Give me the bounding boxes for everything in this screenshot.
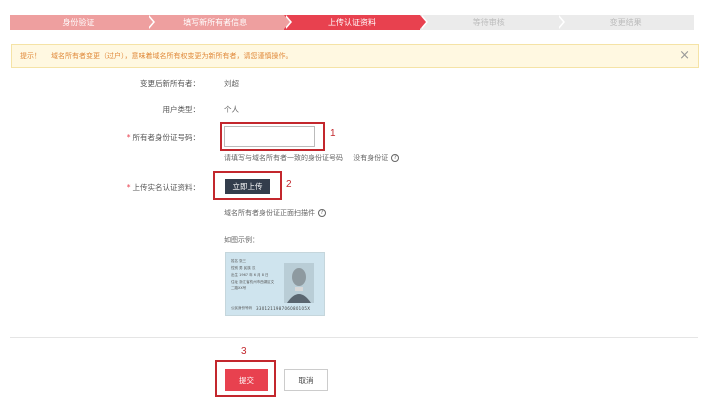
id-hint-text: 请填写与域名所有者一致的身份证号码 [224, 154, 343, 162]
portrait-photo [284, 263, 314, 303]
new-owner-label: 变更后新所有者： [140, 79, 200, 88]
user-type-label: 用户类型： [162, 105, 201, 114]
annotation-box-1 [220, 122, 325, 151]
progress-steps: 身份验证 填写新所有者信息 上传认证资料 等待审核 变更结果 [10, 15, 694, 30]
id-number-label: * 所有者身份证号码： [100, 132, 200, 143]
annotation-box-2 [213, 171, 282, 200]
notice-banner: 提示！ 域名所有者变更（过户），意味着域名所有权变更为新所有者，请您谨慎操作。 … [11, 44, 699, 68]
example-label: 如图示例： [224, 236, 259, 244]
card-line: 二路XX号 [231, 286, 247, 290]
user-type-value: 个人 [224, 105, 239, 114]
annotation-number-3: 3 [241, 346, 247, 357]
card-line: 出生 1967 年 6 月 8 日 [231, 273, 269, 277]
close-icon[interactable]: × [679, 49, 690, 63]
step-label: 变更结果 [609, 18, 642, 27]
notice-message: 域名所有者变更（过户），意味着域名所有权变更为新所有者，请您谨慎操作。 [51, 52, 293, 60]
upload-label: * 上传实名认证资料： [100, 182, 200, 193]
step-label: 等待审核 [472, 18, 505, 27]
step-label: 上传认证资料 [327, 18, 376, 27]
submit-button[interactable]: 提交 [225, 369, 268, 391]
card-line: 住址 浙江省杭州市西湖区文 [231, 280, 275, 284]
step-fill-new-owner-info: 填写新所有者信息 [146, 15, 292, 30]
cancel-button[interactable]: 取消 [284, 369, 328, 391]
step-label: 身份验证 [62, 18, 95, 27]
id-card-example-image: 姓名 张三 性别 男 民族 汉 出生 1967 年 6 月 8 日 住址 浙江省… [225, 252, 325, 316]
id-number-label-text: 所有者身份证号码： [132, 133, 201, 142]
step-label: 填写新所有者信息 [183, 18, 248, 27]
step-change-result: 变更结果 [557, 15, 694, 30]
annotation-number-2: 2 [286, 179, 292, 190]
annotation-number-1: 1 [330, 128, 336, 139]
step-identity-verification: 身份验证 [10, 15, 155, 30]
card-line: 性别 男 民族 汉 [231, 266, 256, 270]
new-owner-value: 刘超 [224, 79, 239, 88]
required-mark: * [126, 183, 131, 192]
step-upload-documents: 上传认证资料 [283, 15, 429, 30]
help-icon[interactable]: ? [391, 154, 400, 162]
card-id-number: 330121198706080105X [256, 306, 311, 311]
notice-prefix: 提示！ [20, 52, 41, 60]
upload-label-text: 上传实名认证资料： [132, 183, 201, 192]
scan-hint-row: 域名所有者身份证正面扫描件? [224, 208, 326, 218]
scan-hint-text: 域名所有者身份证正面扫描件 [224, 209, 315, 217]
no-id-link[interactable]: 没有身份证 [353, 154, 388, 162]
card-line: 姓名 张三 [231, 259, 247, 263]
help-icon[interactable]: ? [318, 209, 326, 217]
required-mark: * [126, 133, 131, 142]
card-id-label: 公民身份号码 [231, 306, 252, 310]
id-hint-row: 请填写与域名所有者一致的身份证号码 没有身份证? [224, 153, 400, 163]
divider [10, 337, 698, 338]
step-waiting-review: 等待审核 [420, 15, 566, 30]
